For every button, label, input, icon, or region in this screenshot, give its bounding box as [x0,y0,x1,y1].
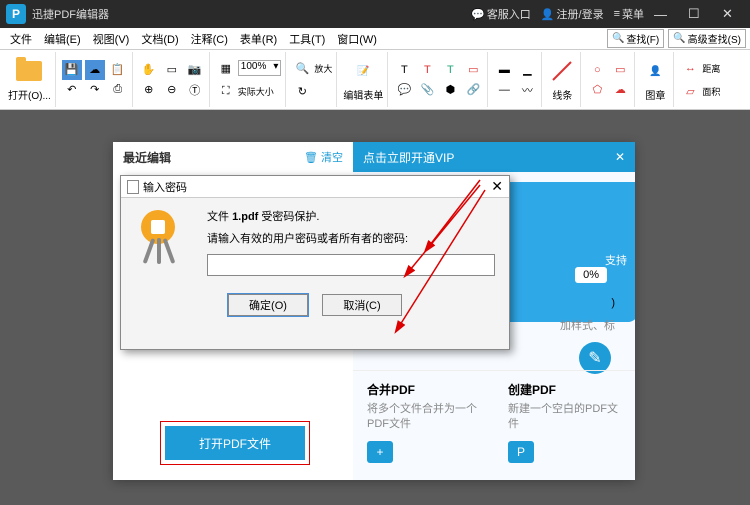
zoom-in-icon[interactable]: ⊕ [139,80,159,100]
edit-form-button[interactable]: 📝 编辑表单 [343,57,383,102]
attach-icon[interactable]: 📎 [417,80,437,100]
toolbar: 打开(O)... 💾 ☁ 📋 ↶ ↷ ⎙ ✋ ▭ 📷 ⊕ ⊖ Ⓣ ▦ [0,50,750,110]
box-icon[interactable]: ▭ [463,60,483,80]
strikeout-icon[interactable]: — [494,80,514,100]
titlebar: P 迅捷PDF编辑器 💬 客服入口 👤 注册/登录 ≡ 菜单 — ☐ ✕ [0,0,750,28]
feature-text: 加样式、标 [560,317,615,333]
support-label: 支持 [605,252,627,268]
merge-pdf-card[interactable]: 合并PDF 将多个文件合并为一个PDF文件 + [353,370,494,480]
zoom-out-icon[interactable]: ⊖ [162,80,182,100]
zoom-enlarge-icon[interactable]: 🔍 [292,58,312,78]
hand-icon[interactable]: ✋ [139,60,159,80]
open-pdf-button[interactable]: 打开PDF文件 [165,426,305,460]
close-d: ) [611,297,615,309]
dialog-close-button[interactable]: ✕ [491,178,503,195]
minimize-button[interactable]: — [654,7,678,22]
password-dialog: 输入密码 ✕ 文件 1.pdf 受密码保护. 请输入有效的用户密码或者所有者的密… [120,175,510,350]
cloud-icon[interactable]: ☁ [85,60,105,80]
merge-icon: + [367,441,393,463]
circle-icon[interactable]: ○ [587,60,607,80]
clear-recent-link[interactable]: 🗑 清空 [304,149,343,165]
advanced-find-button[interactable]: 🔍 高级查找(S) [668,29,746,48]
create-pdf-card[interactable]: 创建PDF 新建一个空白的PDF文件 P [494,370,635,480]
redo-icon[interactable]: ↷ [85,80,105,100]
area-icon[interactable]: ▱ [680,81,700,101]
merge-title: 合并PDF [367,381,480,398]
merge-desc: 将多个文件合并为一个PDF文件 [367,402,480,433]
menu-tools[interactable]: 工具(T) [283,29,331,49]
page-layout-icon[interactable]: ▦ [216,58,236,78]
folder-icon [16,61,42,81]
enter-password-prompt: 请输入有效的用户密码或者所有者的密码: [207,230,495,246]
create-icon: P [508,441,534,463]
underline-icon[interactable]: ▁ [517,60,537,80]
vip-title[interactable]: 点击立即开通VIP [363,149,454,166]
vip-close-icon[interactable]: ✕ [615,150,625,164]
menu-edit[interactable]: 编辑(E) [38,29,87,49]
pencil-icon [549,58,575,84]
ok-button[interactable]: 确定(O) [228,294,308,316]
highlight-text-icon[interactable]: T [440,60,460,80]
login-link[interactable]: 👤 注册/登录 [541,6,604,22]
menubar: 文件 编辑(E) 视图(V) 文档(D) 注释(C) 表单(R) 工具(T) 窗… [0,28,750,50]
password-input[interactable] [207,254,495,276]
app-title: 迅捷PDF编辑器 [32,6,471,22]
keys-lock-icon [135,208,195,268]
create-title: 创建PDF [508,381,621,398]
find-button[interactable]: 🔍 查找(F) [607,29,664,48]
zoom-combo[interactable]: 100% [238,60,282,76]
sticky-note-icon[interactable]: 💬 [394,80,414,100]
distance-icon[interactable]: ↔ [680,58,700,78]
maximize-button[interactable]: ☐ [688,6,712,22]
text-select-icon[interactable]: Ⓣ [185,80,205,100]
stamp-icon[interactable]: ⬢ [440,80,460,100]
main-menu-button[interactable]: ≡ 菜单 [614,6,644,22]
textbox-icon[interactable]: T [417,60,437,80]
menu-view[interactable]: 视图(V) [87,29,136,49]
open-button[interactable]: 打开(O)... [8,57,51,102]
menu-form[interactable]: 表单(R) [234,29,283,49]
text-tool-icon[interactable]: T [394,60,414,80]
actual-size-label[interactable]: 实际大小 [238,85,274,98]
undo-icon[interactable]: ↶ [62,80,82,100]
menu-file[interactable]: 文件 [4,29,38,49]
copy-icon[interactable]: 📋 [108,60,128,80]
menu-window[interactable]: 窗口(W) [331,29,383,49]
print-icon[interactable]: ⎙ [108,80,128,100]
polygon-icon[interactable]: ⬠ [587,80,607,100]
create-desc: 新建一个空白的PDF文件 [508,402,621,433]
recent-title: 最近编辑 [123,149,171,166]
cloud-shape-icon[interactable]: ☁ [610,80,630,100]
highlight-icon[interactable]: ▬ [494,60,514,80]
close-button[interactable]: ✕ [722,6,746,22]
rect-icon[interactable]: ▭ [610,60,630,80]
select-icon[interactable]: ▭ [162,60,182,80]
document-icon [127,180,139,194]
rotate-icon[interactable]: ↻ [292,81,312,101]
line-tool-button[interactable]: 线条 [548,57,576,102]
stamp-button[interactable]: 👤 图章 [641,57,669,102]
dialog-title: 输入密码 [143,179,187,195]
squiggly-icon[interactable]: 〰 [517,80,537,100]
protected-message: 文件 1.pdf 受密码保护. [207,208,495,224]
customer-service-link[interactable]: 💬 客服入口 [471,6,531,22]
menu-annotate[interactable]: 注释(C) [185,29,234,49]
save-icon[interactable]: 💾 [62,60,82,80]
link-icon[interactable]: 🔗 [463,80,483,100]
app-logo-icon: P [6,4,26,24]
fit-icon[interactable]: ⛶ [216,81,236,101]
menu-document[interactable]: 文档(D) [135,29,184,49]
progress-pct: 0% [575,267,607,283]
cancel-button[interactable]: 取消(C) [322,294,402,316]
snapshot-icon[interactable]: 📷 [185,60,205,80]
